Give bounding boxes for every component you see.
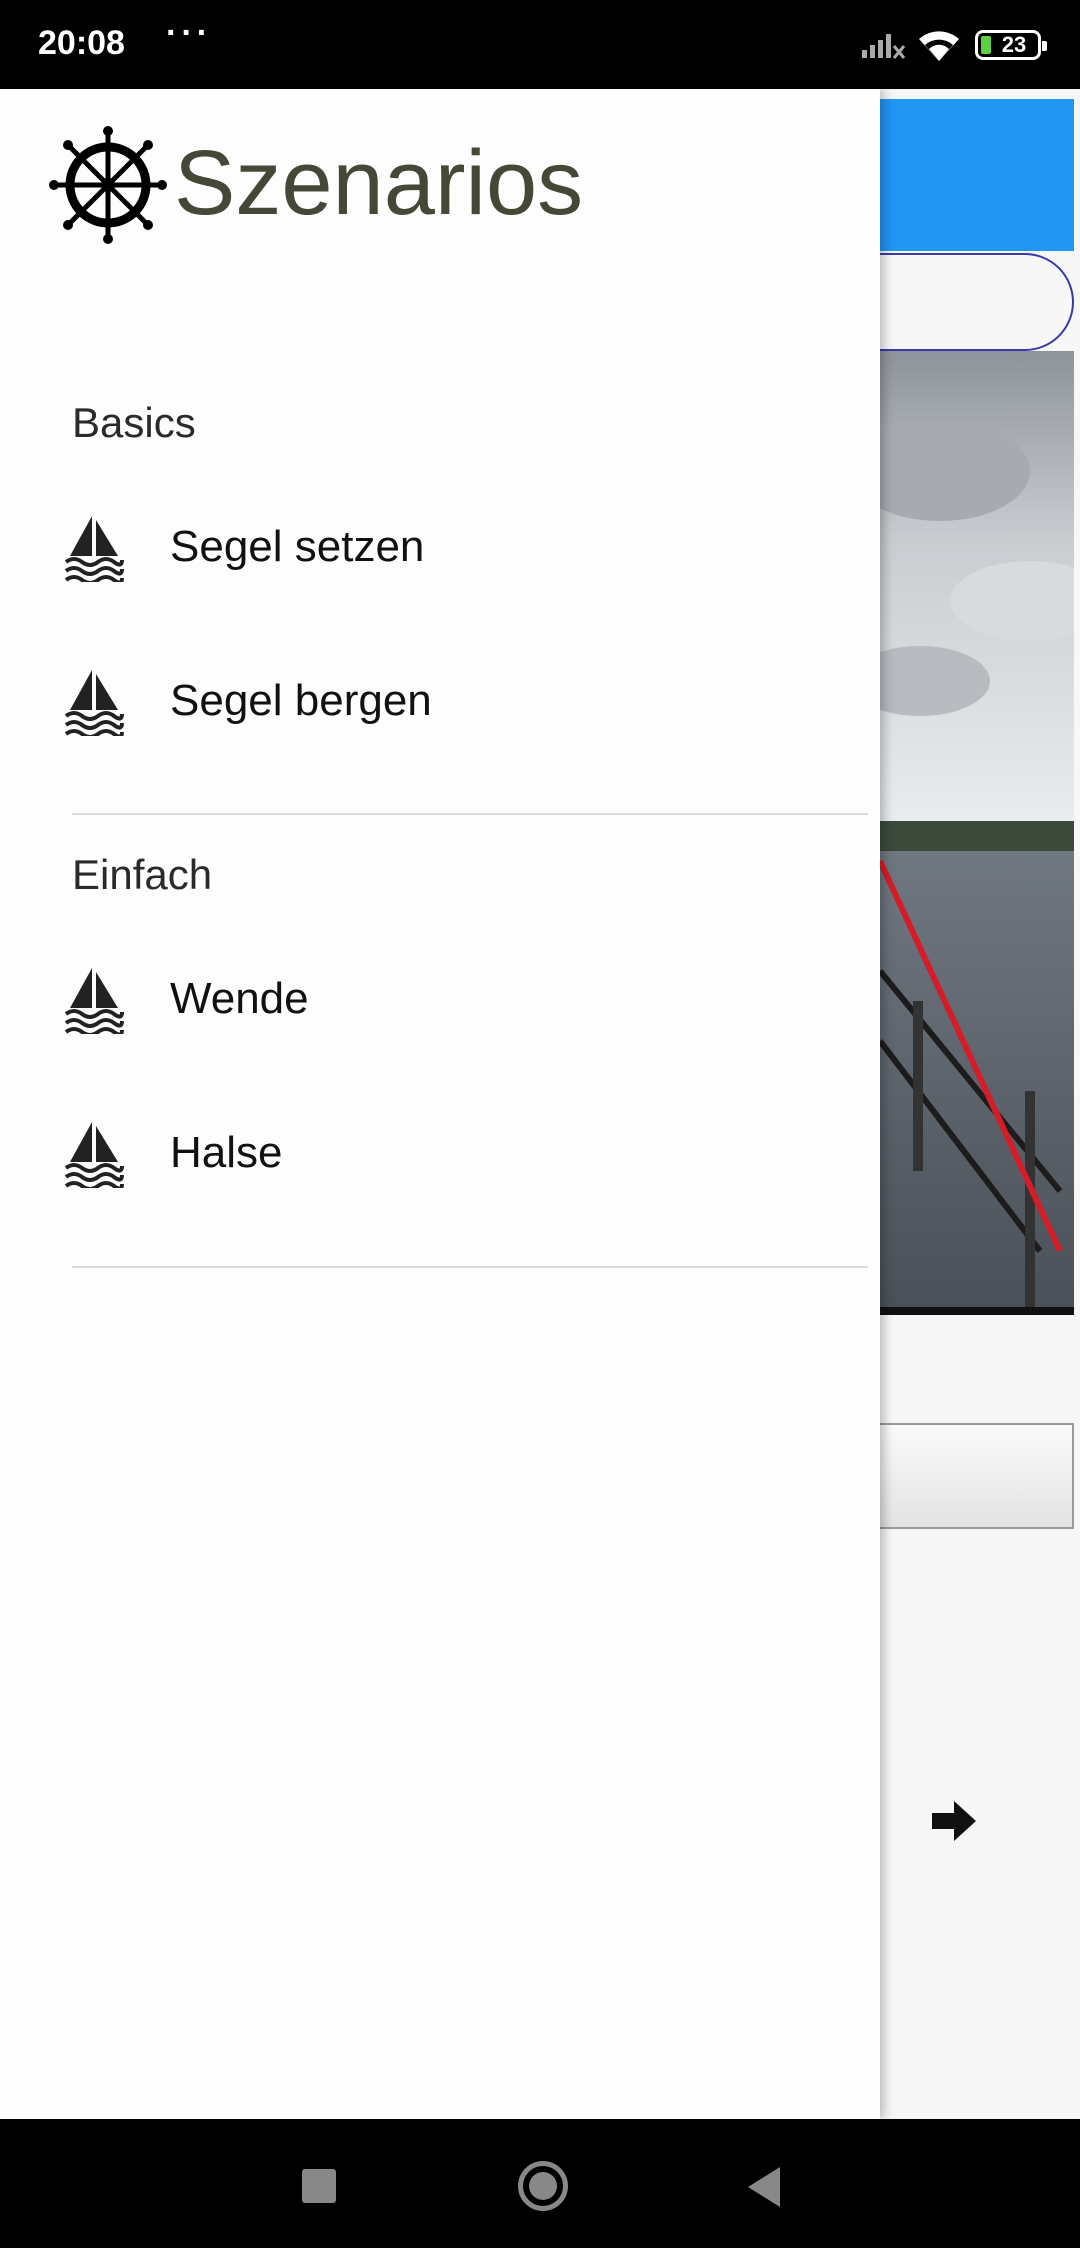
menu-item-label: Wende [170, 974, 309, 1023]
divider [72, 813, 868, 815]
menu-item-label: Halse [170, 1128, 283, 1177]
section-label-einfach: Einfach [72, 851, 213, 898]
recent-apps-icon[interactable] [302, 2169, 336, 2203]
menu-item-label: Segel setzen [170, 522, 425, 571]
back-icon[interactable] [748, 2167, 780, 2207]
battery-icon: 23 [975, 30, 1047, 60]
menu-item-label: Segel bergen [170, 676, 432, 725]
signal-icon [860, 30, 906, 65]
answer-input[interactable] [860, 1423, 1074, 1529]
ship-wheel-icon [48, 125, 168, 250]
status-time: 20:08 [38, 24, 125, 62]
divider [72, 1266, 868, 1268]
arrow-right-icon[interactable] [930, 1799, 978, 1848]
system-nav-bar [0, 2119, 1080, 2248]
menu-item-halse[interactable]: Halse [0, 1088, 880, 1218]
battery-level: 23 [1001, 32, 1027, 57]
scenario-select-field[interactable] [860, 253, 1074, 351]
battery-fill [981, 36, 991, 54]
sailboat-icon [64, 1118, 124, 1193]
sailboat-icon [64, 666, 124, 741]
status-bar: 20:08 ··· 23 [0, 0, 1080, 89]
sailboat-icon [64, 964, 124, 1039]
home-icon[interactable] [518, 2161, 568, 2211]
menu-item-segel-bergen[interactable]: Segel bergen [0, 636, 880, 766]
notification-dots: ··· [166, 14, 212, 52]
scenario-photo [880, 351, 1074, 1315]
section-label-basics: Basics [72, 399, 196, 446]
menu-item-wende[interactable]: Wende [0, 934, 880, 1064]
wifi-icon [917, 27, 961, 68]
menu-item-segel-setzen[interactable]: Segel setzen [0, 482, 880, 612]
navigation-drawer: Szenarios Basics Segel setzen Segel berg… [0, 89, 880, 2119]
sailboat-icon [64, 512, 124, 587]
drawer-title: Szenarios [174, 132, 584, 234]
drawer-header: Szenarios [0, 89, 880, 339]
app-bar [880, 99, 1074, 251]
